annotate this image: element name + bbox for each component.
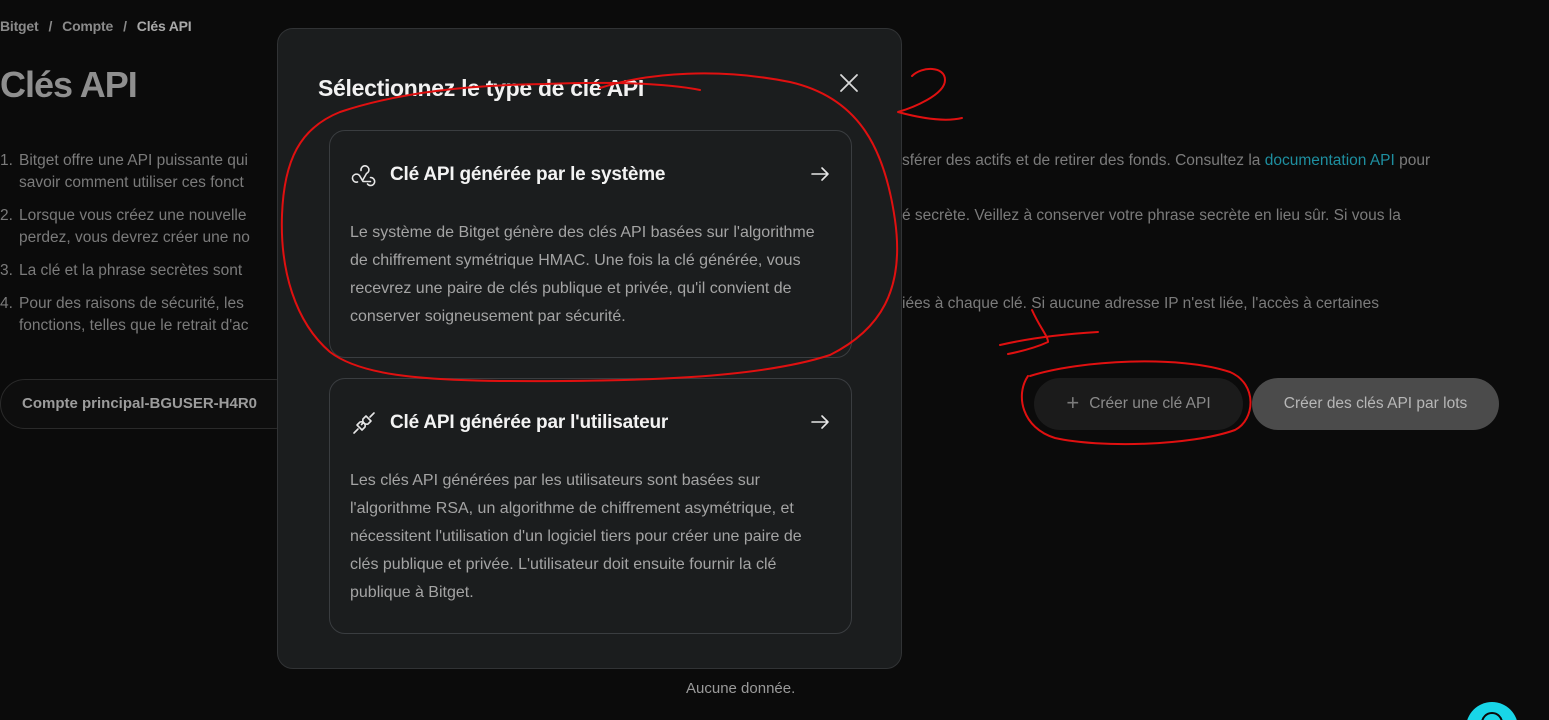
breadcrumb: Bitget / Compte / Clés API: [0, 18, 192, 34]
close-icon: [840, 74, 858, 92]
arrow-right-icon: [811, 415, 829, 429]
close-button[interactable]: [836, 70, 862, 96]
note-text-line2: savoir comment utiliser ces fonct: [19, 174, 244, 191]
plus-icon: +: [1066, 390, 1080, 415]
account-select[interactable]: Compte principal-BGUSER-H4R0: [0, 379, 300, 429]
breadcrumb-separator: /: [123, 18, 127, 34]
option-header: Clé API générée par le système: [350, 161, 665, 189]
batch-create-api-keys-button[interactable]: Créer des clés API par lots: [1252, 378, 1499, 430]
note-text-segment: pour: [1394, 152, 1431, 169]
help-chat-button[interactable]: [1466, 702, 1518, 720]
api-documentation-link[interactable]: documentation API: [1265, 152, 1395, 169]
option-description: Les clés API générées par les utilisateu…: [350, 472, 802, 601]
note-text-right: é secrète. Veillez à conserver votre phr…: [902, 207, 1401, 224]
breadcrumb-bitget[interactable]: Bitget: [0, 18, 39, 34]
annotation-number-2: [897, 68, 963, 121]
note-text: Lorsque vous créez une nouvelle: [19, 207, 247, 224]
annotation-number-1: [999, 309, 1099, 355]
note-number: 2.: [0, 207, 13, 224]
note-text-right: sférer des actifs et de retirer des fond…: [902, 150, 1430, 172]
option-user-generated-key[interactable]: Clé API générée par l'utilisateur Les cl…: [329, 378, 852, 634]
note-text: La clé et la phrase secrètes sont: [19, 262, 243, 279]
note-text: Bitget offre une API puissante qui: [19, 152, 248, 169]
option-system-generated-key[interactable]: Clé API générée par le système Le systèm…: [329, 130, 852, 358]
note-text: Pour des raisons de sécurité, les: [19, 295, 244, 312]
note-text-right: iées à chaque clé. Si aucune adresse IP …: [902, 295, 1379, 312]
create-api-key-button[interactable]: + Créer une clé API: [1034, 378, 1243, 430]
note-text-line2: fonctions, telles que le retrait d'ac: [19, 317, 249, 334]
modal-title: Sélectionnez le type de clé API: [318, 75, 645, 101]
breadcrumb-separator: /: [48, 18, 53, 34]
breadcrumb-current: Clés API: [136, 18, 192, 34]
arrow-right-icon: [811, 167, 829, 181]
empty-state-text: Aucune donnée.: [686, 680, 796, 697]
option-description: Le système de Bitget génère des clés API…: [350, 224, 815, 325]
note-text-line2: perdez, vous devrez créer une no: [19, 229, 250, 246]
webhook-icon: [351, 165, 376, 187]
note-number: 1.: [0, 152, 13, 169]
create-api-key-label: Créer une clé API: [1089, 395, 1211, 412]
note-number: 4.: [0, 295, 13, 312]
page-title: Clés API: [0, 64, 138, 105]
option-title: Clé API générée par l'utilisateur: [390, 412, 669, 433]
plug-icon: [353, 412, 375, 434]
note-number: 3.: [0, 262, 13, 279]
page: Bitget / Compte / Clés API Clés API 1. B…: [0, 0, 1549, 720]
breadcrumb-compte[interactable]: Compte: [62, 18, 113, 34]
note-text-segment: sférer des actifs et de retirer des fond…: [902, 152, 1265, 169]
option-title: Clé API générée par le système: [390, 164, 666, 185]
api-key-type-modal: Sélectionnez le type de clé API Clé API …: [277, 28, 902, 669]
option-header: Clé API générée par l'utilisateur: [350, 409, 668, 437]
help-icon: [1481, 712, 1503, 720]
